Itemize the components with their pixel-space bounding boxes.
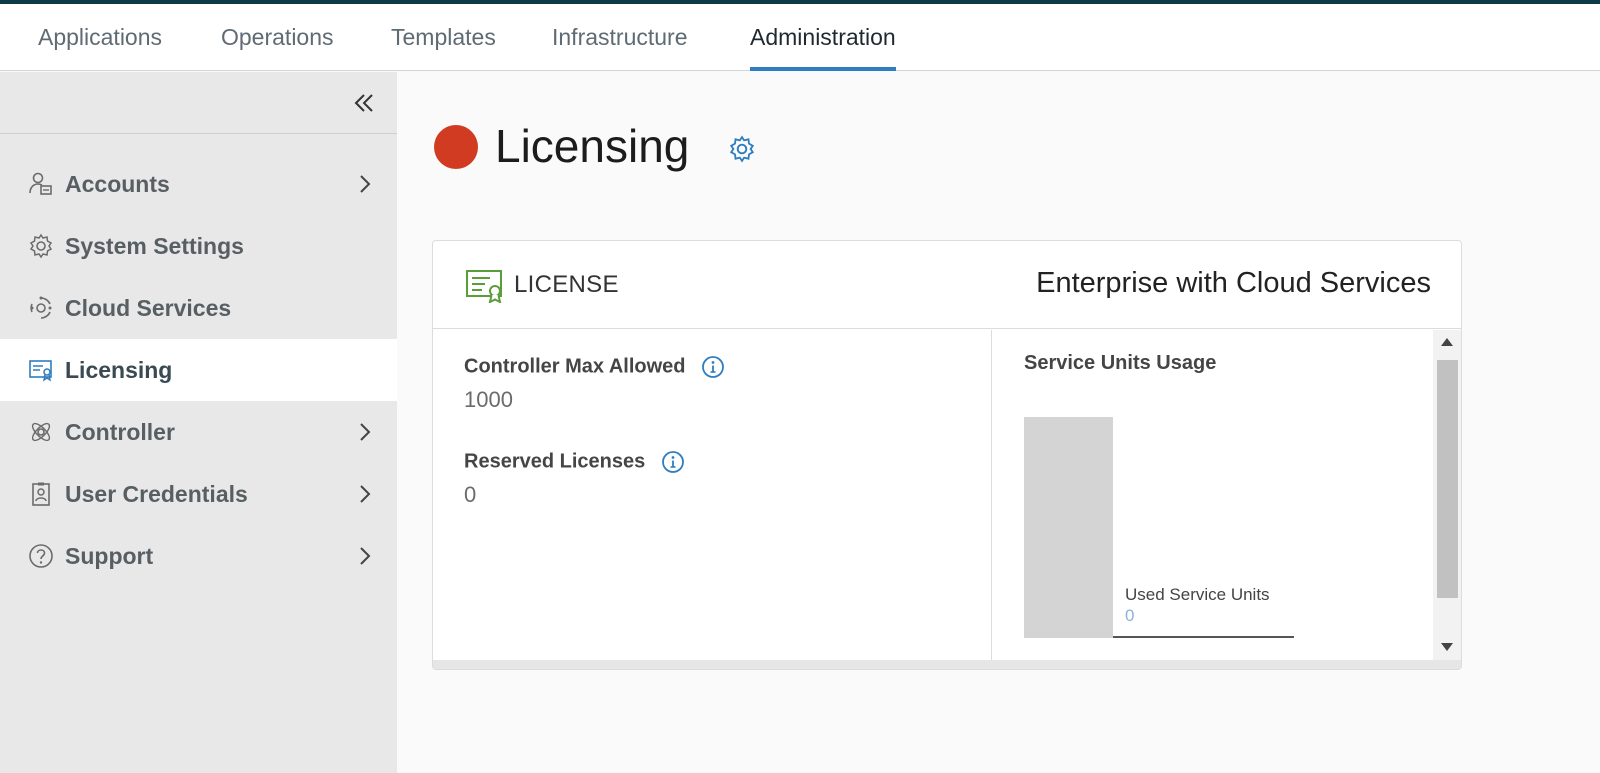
sidebar-item-label: Controller: [65, 419, 175, 445]
chevron-right-icon: [353, 482, 377, 506]
horizontal-scroll-track: [433, 660, 1461, 669]
license-type: Enterprise with Cloud Services: [1036, 267, 1431, 299]
info-icon[interactable]: [661, 450, 685, 474]
controller-max-label: Controller Max Allowed: [464, 355, 686, 378]
usage-bar: [1024, 417, 1113, 638]
sidebar-item-cloud-services[interactable]: Cloud Services: [0, 277, 397, 339]
sidebar-item-label: Accounts: [65, 171, 170, 197]
used-service-units-value: 0: [1125, 606, 1135, 625]
license-card: LICENSE Enterprise with Cloud Services C…: [432, 240, 1462, 670]
sidebar-item-system-settings[interactable]: System Settings: [0, 215, 397, 277]
double-chevron-left-icon[interactable]: [347, 86, 381, 120]
sidebar: Accounts System Settings Cloud Services …: [0, 72, 397, 773]
sidebar-item-label: System Settings: [65, 233, 244, 259]
reserved-licenses-field: Reserved Licenses: [464, 450, 685, 474]
help-icon: [28, 543, 54, 569]
sidebar-item-licensing[interactable]: Licensing: [0, 339, 397, 401]
top-navigation: Applications Operations Templates Infras…: [0, 4, 1600, 71]
sidebar-item-label: User Credentials: [65, 481, 248, 507]
license-icon: [28, 357, 54, 383]
sidebar-item-label: Licensing: [65, 357, 173, 383]
tab-infrastructure[interactable]: Infrastructure: [552, 4, 688, 71]
chevron-right-icon: [353, 544, 377, 568]
status-dot: [434, 125, 478, 169]
scroll-thumb[interactable]: [1437, 360, 1458, 598]
license-label: LICENSE: [514, 271, 619, 298]
reserved-licenses-label: Reserved Licenses: [464, 450, 646, 473]
tab-applications[interactable]: Applications: [38, 4, 162, 71]
license-certificate-icon: [465, 269, 505, 304]
used-service-units-label: Used Service Units: [1125, 585, 1270, 604]
page-title: Licensing: [495, 120, 690, 172]
sidebar-item-accounts[interactable]: Accounts: [0, 153, 397, 215]
sidebar-item-label: Support: [65, 543, 154, 569]
id-badge-icon: [28, 481, 54, 507]
usage-title: Service Units Usage: [1024, 352, 1217, 374]
sidebar-header: [0, 72, 397, 134]
controller-max-value: 1000: [464, 387, 513, 412]
tab-administration[interactable]: Administration: [750, 4, 896, 71]
chevron-right-icon: [353, 172, 377, 196]
reserved-licenses-value: 0: [464, 482, 477, 507]
scrollbar[interactable]: [1433, 330, 1461, 660]
gear-icon: [28, 233, 54, 259]
cloud-services-icon: [28, 295, 54, 321]
sidebar-item-user-credentials[interactable]: User Credentials: [0, 463, 397, 525]
license-card-header: LICENSE Enterprise with Cloud Services: [433, 241, 1461, 329]
tab-templates[interactable]: Templates: [391, 4, 496, 71]
accounts-icon: [28, 171, 54, 197]
sidebar-item-controller[interactable]: Controller: [0, 401, 397, 463]
sidebar-item-support[interactable]: Support: [0, 525, 397, 587]
chevron-right-icon: [353, 420, 377, 444]
service-units-usage-panel: Service Units Usage Used Service Units 0: [993, 330, 1461, 660]
info-icon[interactable]: [701, 355, 725, 379]
controller-max-field: Controller Max Allowed: [464, 355, 725, 379]
controller-icon: [28, 419, 54, 445]
gear-icon[interactable]: [728, 135, 756, 163]
tab-operations[interactable]: Operations: [221, 4, 334, 71]
sidebar-item-label: Cloud Services: [65, 295, 232, 321]
scroll-down-arrow-icon[interactable]: [1441, 643, 1453, 651]
scroll-up-arrow-icon[interactable]: [1441, 338, 1453, 346]
usage-baseline: [1113, 636, 1294, 638]
license-details: Controller Max Allowed 1000 Reserved Lic…: [433, 330, 992, 660]
